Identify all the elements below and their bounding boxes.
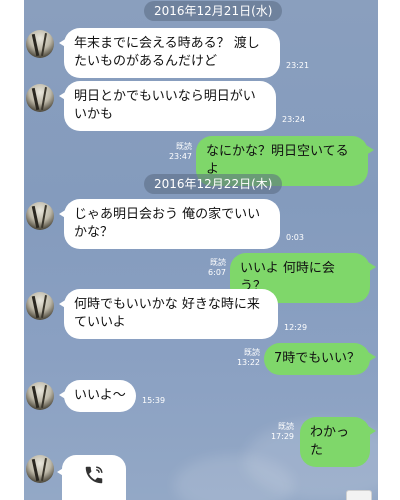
message-time: 12:29 [284, 323, 308, 332]
message-time: 0:03 [286, 233, 304, 242]
read-receipt: 既読 13:22 [232, 348, 260, 368]
message-bubble-incoming[interactable]: いいよ〜 [59, 380, 136, 412]
message-bubble-incoming[interactable]: 何時でもいいかな 好きな時に来ていいよ [59, 289, 278, 339]
message-bubble-incoming[interactable]: 明日とかでもいいなら明日がいいかも [59, 81, 276, 131]
message-bubble-outgoing[interactable]: 7時でもいい？ [264, 343, 376, 375]
avatar[interactable] [26, 202, 54, 230]
message-time: 13:22 [236, 358, 260, 367]
chat-screen[interactable]: 2016年12月21日(水) 年末までに会える時ある？ 渡したいものがあるんだけ… [24, 0, 378, 500]
read-receipt: 既読 6:07 [202, 258, 226, 278]
message-time: 23:47 [168, 152, 192, 161]
avatar[interactable] [26, 84, 54, 112]
message-bubble-incoming[interactable]: 年末までに会える時ある？ 渡したいものがあるんだけど [59, 28, 280, 78]
message-time: 23:24 [282, 115, 306, 124]
avatar[interactable] [26, 455, 54, 483]
phone-icon [85, 466, 103, 484]
read-label: 既読 [278, 422, 294, 431]
message-bubble-outgoing[interactable]: わかった [300, 417, 376, 467]
avatar[interactable] [26, 30, 54, 58]
date-separator: 2016年12月21日(水) [144, 1, 283, 21]
call-message-card[interactable] [57, 455, 126, 500]
read-receipt: 既読 23:47 [164, 142, 192, 162]
avatar[interactable] [26, 382, 54, 410]
read-label: 既読 [210, 258, 226, 267]
read-label: 既読 [244, 348, 260, 357]
message-time: 6:07 [208, 268, 226, 277]
read-receipt: 既読 17:29 [266, 422, 294, 442]
message-time: 23:21 [286, 61, 310, 70]
date-separator: 2016年12月22日(木) [144, 174, 283, 194]
attachment-icon[interactable] [346, 490, 372, 500]
avatar[interactable] [26, 292, 54, 320]
message-bubble-incoming[interactable]: じゃあ明日会おう 俺の家でいいかな？ [59, 199, 280, 249]
message-time: 17:29 [270, 432, 294, 441]
message-time: 15:39 [142, 396, 166, 405]
read-label: 既読 [176, 142, 192, 151]
